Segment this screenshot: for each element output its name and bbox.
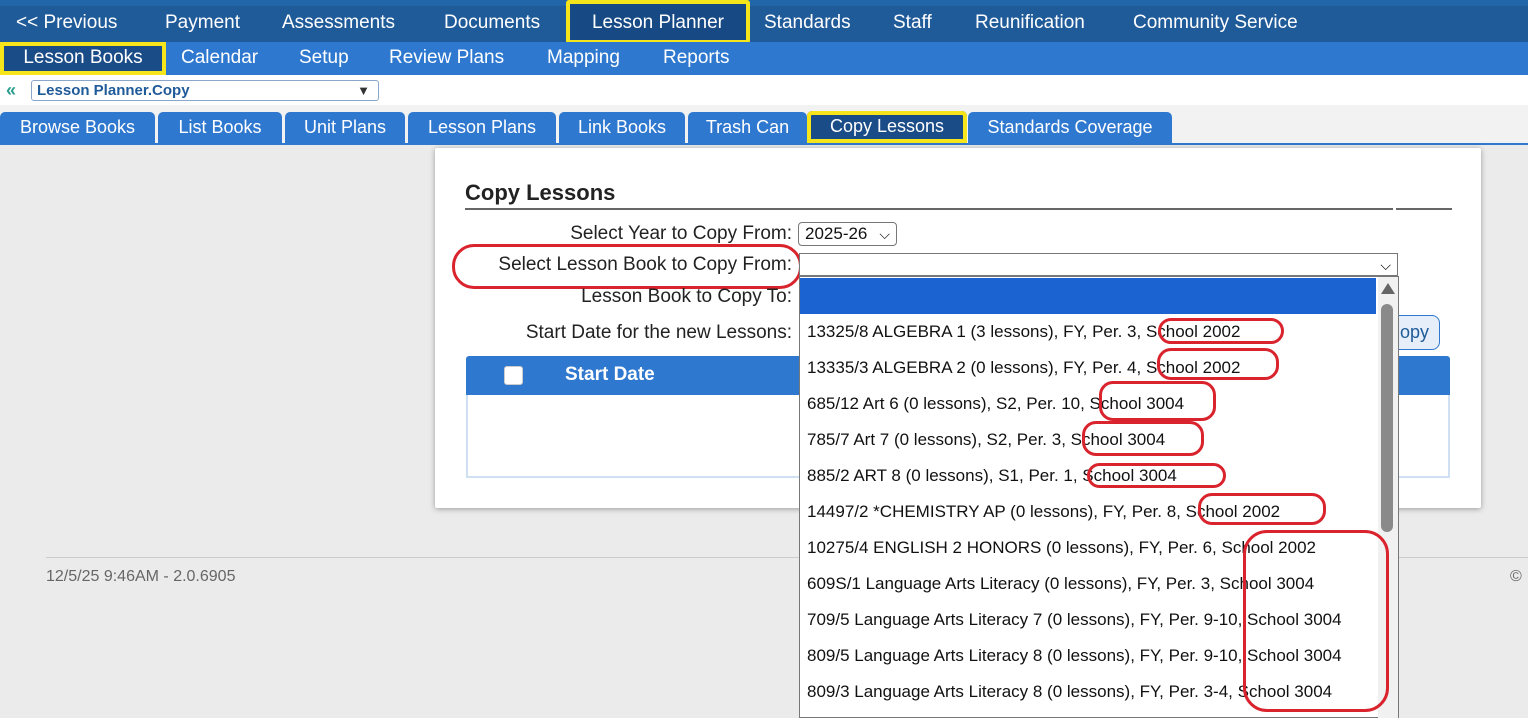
nav-community-service[interactable]: Community Service [1117,6,1314,42]
footer-copyright: © [1510,568,1522,585]
top-nav-bar: << Previous Payment Assessments Document… [0,0,1528,44]
year-label: Select Year to Copy From: [570,223,792,244]
scroll-up-icon[interactable] [1381,283,1395,294]
annotation-oval-large [1243,530,1389,712]
tab-list-books[interactable]: List Books [158,112,282,143]
sub-nav-bar: Lesson Books Calendar Setup Review Plans… [0,42,1528,75]
chevron-down-icon: ▼ [357,83,370,98]
year-select[interactable]: 2025-26 ⌵ [798,222,897,246]
start-date-label: Start Date for the new Lessons: [525,322,792,343]
annotation-oval [1087,463,1226,488]
tab-copy-lessons[interactable]: Copy Lessons [807,111,967,143]
subnav-calendar[interactable]: Calendar [167,42,272,75]
footer-timestamp: 12/5/25 9:46AM - 2.0.6905 [46,568,236,585]
annotation-oval [1157,348,1279,380]
nav-payment[interactable]: Payment [149,6,256,42]
subnav-reports[interactable]: Reports [649,42,744,75]
module-select[interactable]: Lesson Planner.Copy ▼ [31,80,379,101]
collapse-chevron-icon[interactable]: « [6,80,16,101]
nav-reunification[interactable]: Reunification [959,6,1101,42]
subnav-lesson-books[interactable]: Lesson Books [0,42,166,75]
tab-unit-plans[interactable]: Unit Plans [285,112,405,143]
nav-documents[interactable]: Documents [428,6,556,42]
book-from-select[interactable]: ⌵ [799,253,1398,276]
nav-assessments[interactable]: Assessments [266,6,411,42]
nav-previous[interactable]: << Previous [0,6,133,42]
dropdown-option-blank[interactable] [800,278,1376,314]
module-select-value: Lesson Planner.Copy [37,82,190,99]
chevron-down-icon: ⌵ [1380,257,1391,273]
tab-trash-can[interactable]: Trash Can [688,112,807,143]
page-title: Copy Lessons [465,180,616,205]
annotation-oval [1099,381,1216,421]
scroll-thumb[interactable] [1381,304,1393,532]
tab-bar: Browse Books List Books Unit Plans Lesso… [0,105,1528,145]
nav-staff[interactable]: Staff [877,6,948,42]
annotation-oval [1158,318,1284,344]
annotation-oval [1082,421,1204,456]
tab-standards-coverage[interactable]: Standards Coverage [968,112,1172,143]
title-divider [465,208,1393,210]
nav-standards[interactable]: Standards [748,6,867,42]
subnav-mapping[interactable]: Mapping [533,42,634,75]
nav-lesson-planner[interactable]: Lesson Planner [566,0,750,44]
chevron-down-icon: ⌵ [879,226,890,242]
dropdown-option[interactable]: 13335/3 ALGEBRA 2 (0 lessons), FY, Per. … [800,350,1376,386]
tab-browse-books[interactable]: Browse Books [0,112,155,143]
book-to-label: Lesson Book to Copy To: [581,286,792,307]
tab-lesson-plans[interactable]: Lesson Plans [408,112,556,143]
dropdown-option[interactable]: 13325/8 ALGEBRA 1 (3 lessons), FY, Per. … [800,314,1376,350]
dropdown-option[interactable]: 685/12 Art 6 (0 lessons), S2, Per. 10, S… [800,386,1376,422]
annotation-oval [1198,493,1326,525]
year-select-value: 2025-26 [805,224,868,243]
tab-link-books[interactable]: Link Books [559,112,685,143]
start-date-column[interactable]: Start Date [565,364,655,386]
annotation-oval [452,244,802,289]
select-all-checkbox[interactable] [504,366,523,385]
subnav-setup[interactable]: Setup [285,42,363,75]
subnav-review-plans[interactable]: Review Plans [375,42,518,75]
title-divider-right [1396,208,1452,210]
